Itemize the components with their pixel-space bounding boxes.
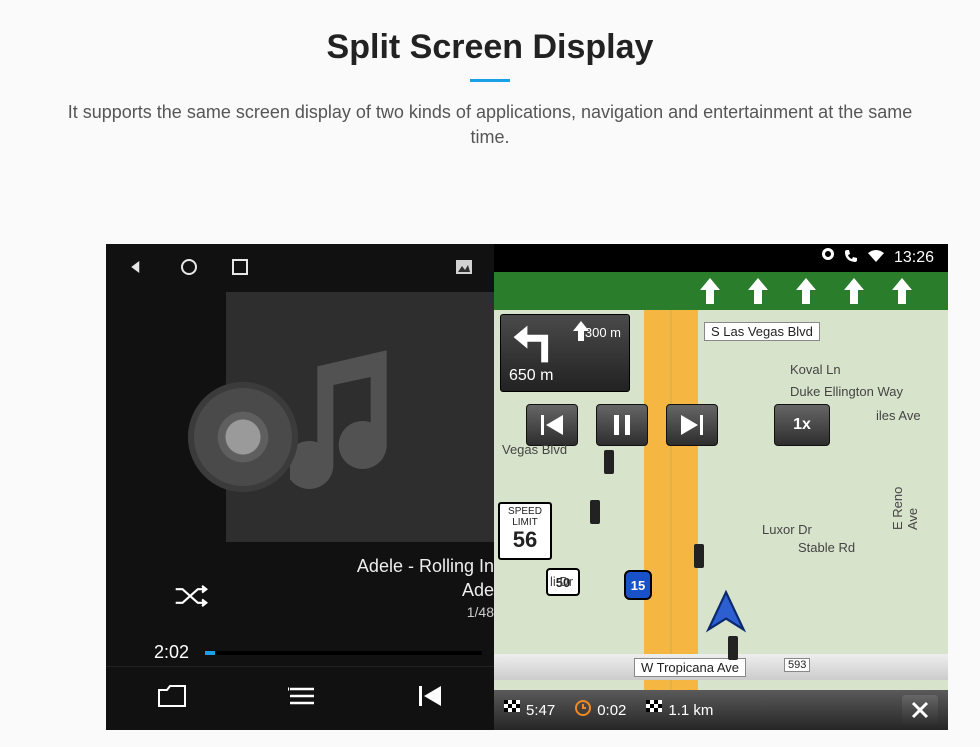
location-icon [822,248,834,269]
total-turn-distance: 650 m [509,367,553,385]
playback-speed-button[interactable]: 1x [774,404,830,446]
status-bar: 13:26 [494,244,948,272]
vehicle-cursor-icon [704,590,748,639]
interstate-sign: 15 [624,570,652,600]
cd-disc [188,382,298,492]
recent-icon[interactable] [232,259,248,280]
list-icon[interactable] [288,686,316,711]
close-button[interactable] [902,695,938,725]
android-navbar [106,244,494,295]
shuffle-icon[interactable] [174,584,208,613]
remaining-segment: 1.1 km [646,700,713,720]
current-road-label: W Tropicana Ave [634,658,746,677]
street-label: Duke Ellington Way [790,384,903,399]
street-label: Vegas Blvd [502,442,567,457]
street-label: S Las Vegas Blvd [704,322,820,341]
page-subtitle: It supports the same screen display of t… [50,100,930,150]
nav-bottom-bar: 5:47 0:02 1.1 km [494,690,948,730]
track-artist: Ade [226,578,494,602]
lane-arrow-icon [748,278,768,304]
eta-segment: 5:47 [504,700,555,720]
status-time: 13:26 [894,249,934,267]
turn-left-icon [509,321,555,367]
device-frame: Adele - Rolling In Ade 1/48 2:02 [106,244,948,730]
folder-icon[interactable] [157,684,187,713]
speed-limit-label: SPEED LIMIT [508,506,542,528]
street-label: E Reno Ave [890,472,920,530]
progress-row: 2:02 [154,642,482,663]
traffic-light-icon [604,450,614,474]
traffic-light-icon [728,636,738,660]
close-icon [911,701,929,719]
turn-instruction: 300 m 650 m [500,314,630,392]
wifi-icon [868,249,884,267]
player-bottom-bar [106,666,494,730]
flag-icon [646,700,662,720]
previous-icon[interactable] [417,684,443,713]
clock-icon [575,700,591,720]
lane-arrow-icon [700,278,720,304]
picture-icon[interactable] [456,260,472,279]
page-title: Split Screen Display [0,28,980,67]
navigation-pane: 13:26 300 m 650 m [494,244,948,730]
music-player-pane: Adele - Rolling In Ade 1/48 2:02 [106,244,494,730]
eta-value: 5:47 [526,702,555,719]
street-label: Stable Rd [798,540,855,555]
track-title: Adele - Rolling In [226,554,494,578]
track-metadata: Adele - Rolling In Ade 1/48 [226,554,494,621]
track-count: 1/48 [226,603,494,622]
traffic-light-icon [590,500,600,524]
street-label: Koval Ln [790,362,841,377]
street-label: li Dr [550,574,573,589]
lane-arrow-icon [892,278,912,304]
duration-segment: 0:02 [575,700,626,720]
phone-icon [844,249,858,268]
lane-arrow-icon [844,278,864,304]
lane-guidance [494,272,948,310]
music-note-icon [290,337,430,497]
route-number-label: 593 [784,658,810,672]
speed-limit-sign: SPEED LIMIT 56 [498,502,552,560]
map-controls: 1x [526,404,830,446]
title-underline [470,79,510,82]
home-icon[interactable] [180,258,198,281]
next-turn-distance: 300 m [585,325,621,340]
speed-limit-value: 56 [500,528,550,552]
street-label: Luxor Dr [762,522,812,537]
elapsed-time: 2:02 [154,642,189,663]
street-label: iles Ave [876,408,921,423]
duration-value: 0:02 [597,702,626,719]
lane-arrow-icon [796,278,816,304]
map-previous-button[interactable] [526,404,578,446]
map-pause-button[interactable] [596,404,648,446]
progress-bar[interactable] [205,651,482,655]
traffic-light-icon [694,544,704,568]
map-next-button[interactable] [666,404,718,446]
flag-icon [504,700,520,720]
back-icon[interactable] [128,258,146,281]
route-highlight [644,310,698,690]
remaining-value: 1.1 km [668,702,713,719]
